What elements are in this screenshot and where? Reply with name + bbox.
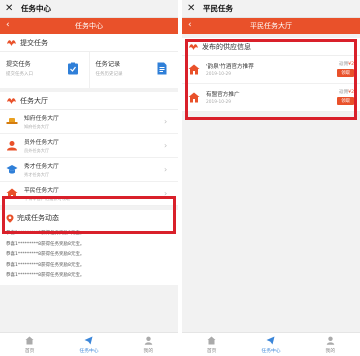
- app-header: ‹ 任务中心: [0, 18, 178, 34]
- paper-plane-icon: [266, 336, 275, 344]
- tab-label: 任务中心: [79, 348, 99, 354]
- hall-item-zhifu[interactable]: 知府任务大厅 知府任务大厅 ›: [0, 110, 178, 134]
- news-line: 恭喜1*********8获得任务奖励8元宝。: [6, 262, 85, 268]
- back-icon[interactable]: ‹: [188, 20, 192, 30]
- submit-task-card[interactable]: 提交任务 提交任务入口: [0, 52, 90, 88]
- bottom-tab-bar: 首页 任务中心 我的: [182, 332, 360, 356]
- hall-list: 知府任务大厅 知府任务大厅 › 员外任务大厅 员外任务大厅 › 秀才任务大厅 秀…: [0, 110, 178, 206]
- hall-item-subtitle: 知府任务大厅: [24, 124, 50, 129]
- hall-item-name: 平民任务大厅: [24, 188, 59, 194]
- user-icon: [326, 336, 335, 345]
- chevron-right-icon: ›: [164, 141, 168, 150]
- page-title: 平民任务大厅: [250, 22, 292, 30]
- highlight-box: [185, 39, 357, 120]
- back-icon[interactable]: ‹: [6, 20, 10, 30]
- tab-task-center[interactable]: 任务中心: [241, 333, 300, 356]
- wechat-title: 平民任务: [203, 4, 233, 13]
- brand-logo-icon: [7, 40, 16, 46]
- done-news-list: 恭喜1*********8获得任务奖励8元宝。 恭喜1*********8获得任…: [0, 226, 178, 285]
- news-line: 恭喜1*********8获得任务奖励8元宝。: [6, 252, 85, 257]
- hall-item-yuanwai[interactable]: 员外任务大厅 员外任务大厅 ›: [0, 134, 178, 158]
- tab-task-center[interactable]: 任务中心: [59, 333, 118, 356]
- tab-home[interactable]: 首页: [182, 333, 241, 356]
- hall-section-header: 任务大厅: [0, 92, 178, 110]
- home-icon: [25, 336, 34, 344]
- tab-label: 首页: [24, 348, 35, 354]
- tab-home[interactable]: 首页: [0, 333, 59, 356]
- highlight-box: [2, 196, 176, 234]
- hall-item-name: 知府任务大厅: [24, 116, 59, 122]
- official-hat-icon: [6, 118, 18, 124]
- chevron-right-icon: ›: [164, 117, 168, 126]
- chevron-right-icon: ›: [164, 165, 168, 174]
- wechat-title-bar: ✕ 平民任务: [182, 0, 360, 18]
- hall-item-subtitle: 秀才任务大厅: [24, 172, 50, 177]
- right-screen: ✕ 平民任务 ‹ 平民任务大厅 发布的供应信息 '韵泉'竹酒官方推荐 2019-…: [182, 0, 360, 356]
- hall-item-name: 员外任务大厅: [24, 140, 59, 146]
- bottom-tab-bar: 首页 任务中心 我的: [0, 332, 178, 356]
- close-icon[interactable]: ✕: [187, 3, 197, 14]
- tab-label: 我的: [143, 348, 154, 354]
- brand-logo-icon: [7, 98, 16, 104]
- hall-item-xiucai[interactable]: 秀才任务大厅 秀才任务大厅 ›: [0, 158, 178, 182]
- app-header: ‹ 平民任务大厅: [182, 18, 360, 34]
- news-line: 恭喜1*********8获得任务奖励8元宝。: [6, 241, 85, 247]
- hall-section-title: 任务大厅: [20, 96, 48, 105]
- merchant-icon: [7, 141, 17, 151]
- left-screen: ✕ 任务中心 ‹ 任务中心 提交任务 提交任务 提交任务入口 任务记录 任务历史…: [0, 0, 178, 356]
- hall-item-name: 秀才任务大厅: [24, 164, 59, 170]
- paper-plane-icon: [84, 336, 93, 344]
- scholar-cap-icon: [6, 165, 18, 174]
- wechat-title: 任务中心: [21, 4, 51, 13]
- hall-item-subtitle: 员外任务大厅: [24, 148, 50, 153]
- user-icon: [144, 336, 153, 345]
- tab-label: 我的: [325, 348, 336, 354]
- submit-section-header: 提交任务: [0, 34, 178, 52]
- tab-label: 首页: [206, 348, 217, 354]
- tab-mine[interactable]: 我的: [119, 333, 178, 356]
- home-icon: [207, 336, 216, 344]
- tab-mine[interactable]: 我的: [301, 333, 360, 356]
- document-icon: [157, 62, 167, 75]
- clipboard-check-icon: [67, 62, 78, 75]
- task-record-card[interactable]: 任务记录 任务历史记录: [90, 52, 179, 88]
- tab-label: 任务中心: [261, 348, 281, 354]
- submit-cards: 提交任务 提交任务入口 任务记录 任务历史记录: [0, 52, 178, 88]
- news-line: 恭喜1*********8获得任务奖励8元宝。: [6, 273, 85, 278]
- wechat-title-bar: ✕ 任务中心: [0, 0, 178, 18]
- page-title: 任务中心: [75, 22, 103, 30]
- submit-section-title: 提交任务: [20, 38, 48, 47]
- close-icon[interactable]: ✕: [5, 3, 15, 14]
